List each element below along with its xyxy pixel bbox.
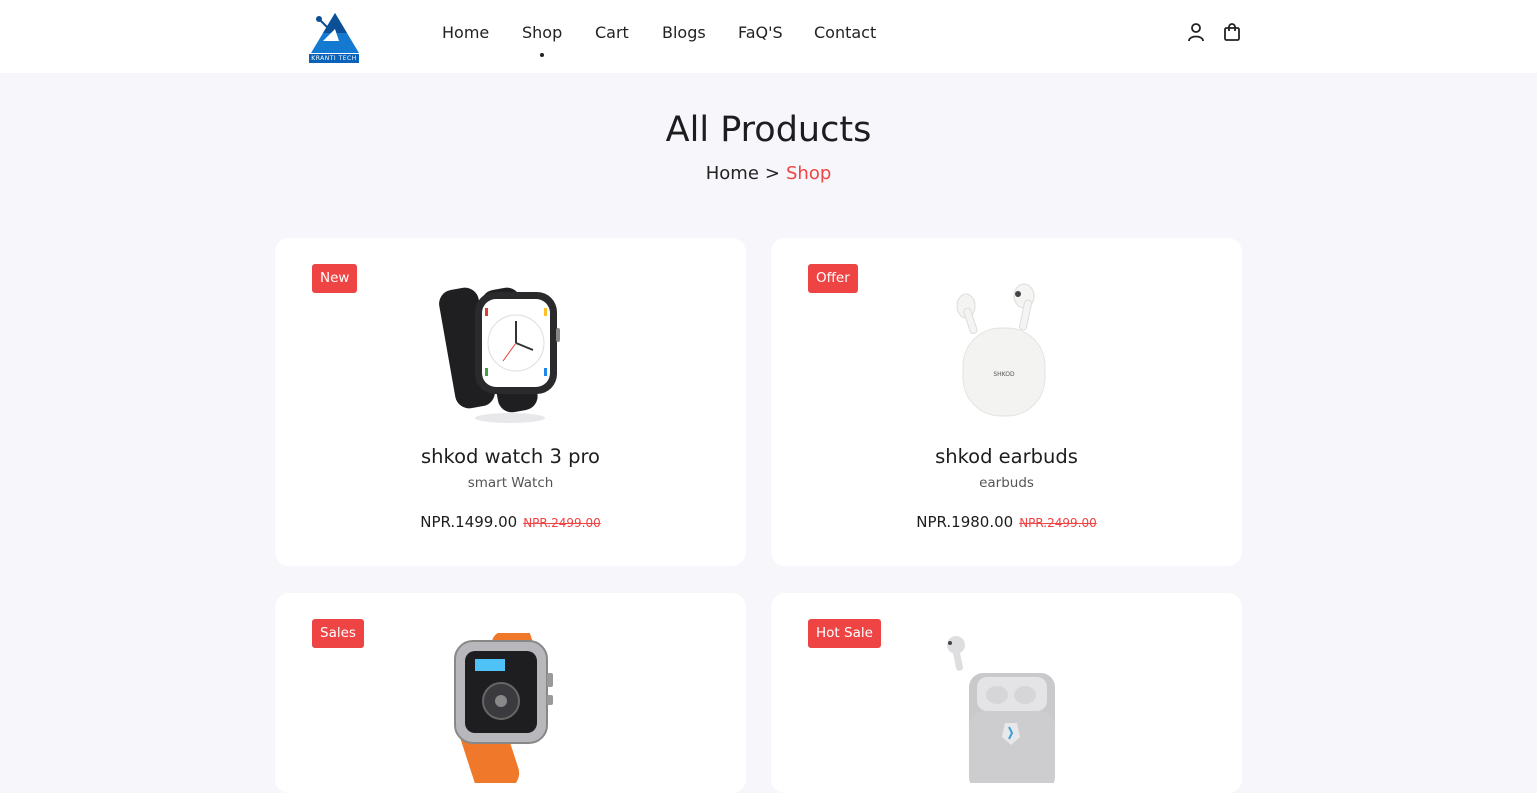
product-price-current: NPR.1499.00 (420, 513, 518, 531)
product-card[interactable]: Hot Sale (771, 593, 1242, 793)
breadcrumb-current: Shop (785, 163, 832, 184)
logo-mark-icon (311, 13, 359, 53)
svg-text:SHKOD: SHKOD (993, 371, 1015, 378)
product-badge: New (312, 264, 358, 293)
brand-logo[interactable]: KRANTI TECH (309, 11, 361, 64)
product-price: NPR.1980.00 NPR.2499.00 (771, 512, 1242, 531)
product-price-old: NPR.2499.00 (1019, 516, 1097, 530)
product-badge: Sales (312, 619, 364, 648)
nav-item-blogs[interactable]: Blogs (662, 23, 706, 42)
product-badge: Hot Sale (808, 619, 881, 648)
product-card[interactable]: New shkod watch 3 pro smart Watch NPR.14… (275, 238, 746, 566)
user-icon[interactable] (1186, 22, 1206, 42)
active-indicator (540, 53, 545, 57)
product-category: earbuds (979, 475, 1034, 491)
smartwatch-image (439, 287, 560, 423)
product-badge: Offer (808, 264, 858, 293)
product-card[interactable]: Offer SHKOD shkod earbuds earbuds NPR.19… (771, 238, 1242, 566)
breadcrumb: Home > Shop (0, 163, 1537, 184)
nav-item-contact[interactable]: Contact (814, 23, 876, 42)
page-title: All Products (665, 110, 872, 150)
product-name[interactable]: shkod watch 3 pro (275, 445, 746, 468)
nav-item-faqs[interactable]: FaQ'S (738, 23, 783, 42)
breadcrumb-home[interactable]: Home (706, 163, 759, 184)
product-price-current: NPR.1980.00 (916, 513, 1014, 531)
product-price-old: NPR.2499.00 (523, 516, 601, 530)
logo-text: KRANTI TECH (309, 54, 359, 63)
sports-smartwatch-image (454, 633, 553, 783)
product-price: NPR.1499.00 NPR.2499.00 (275, 512, 746, 531)
product-name[interactable]: shkod earbuds (771, 445, 1242, 468)
site-header: KRANTI TECH Home Shop Cart Blogs FaQ'S C… (0, 0, 1537, 73)
earbuds-image: SHKOD (956, 283, 1046, 417)
nav-item-shop-label: Shop (522, 23, 563, 42)
product-card[interactable]: Sales (275, 593, 746, 793)
shopping-bag-icon[interactable] (1222, 22, 1242, 42)
nav-item-home[interactable]: Home (442, 23, 489, 42)
product-category: smart Watch (467, 475, 554, 491)
nav-item-shop[interactable]: Shop (522, 23, 563, 57)
breadcrumb-separator: > (764, 163, 780, 184)
earbuds-case-image (947, 636, 1055, 783)
nav-item-cart[interactable]: Cart (595, 23, 629, 42)
